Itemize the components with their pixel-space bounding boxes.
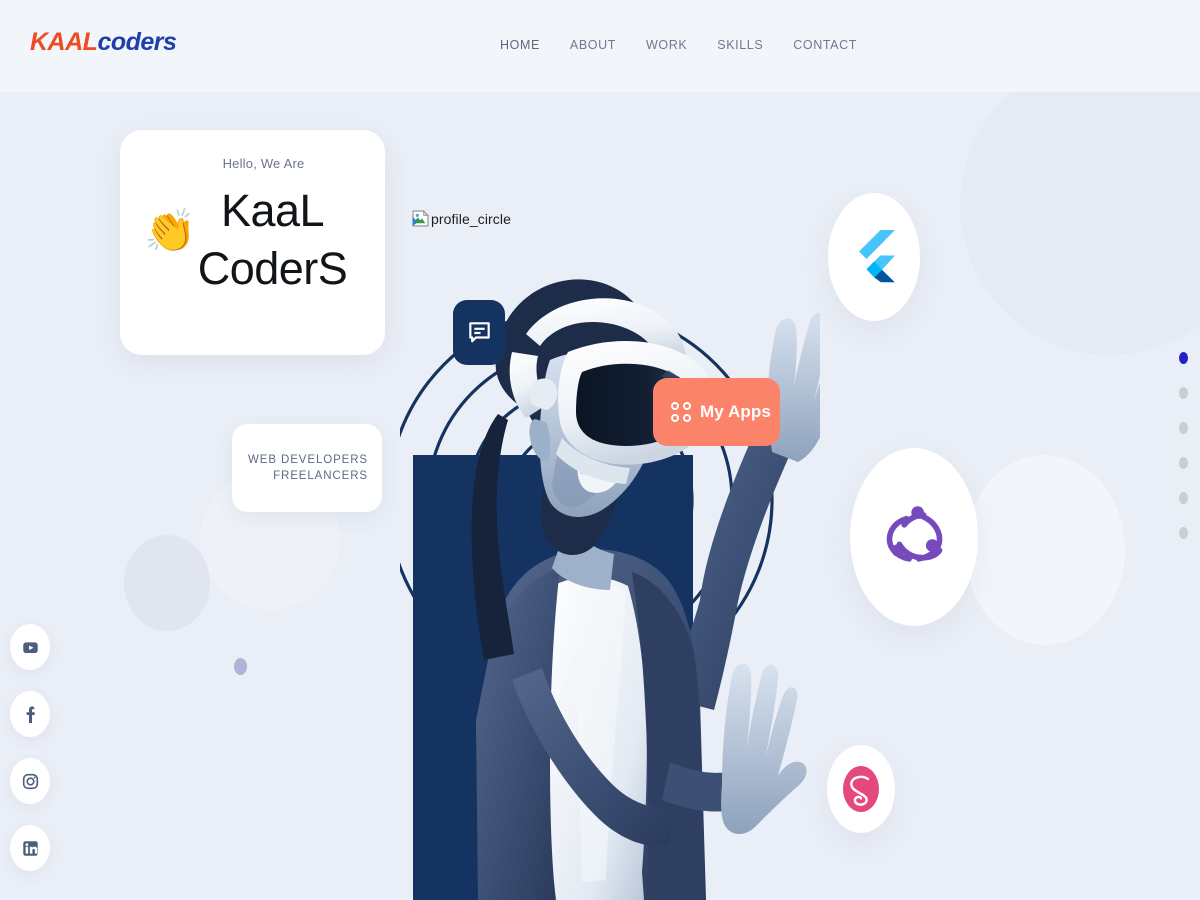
- hero-illustration: [400, 120, 820, 900]
- hero-title-line-1: KaaL: [220, 185, 325, 236]
- sass-icon: [843, 766, 879, 812]
- hero-title: KaaL CoderS: [120, 182, 385, 297]
- page-dot-1[interactable]: [1179, 352, 1188, 364]
- role-line-1: WEB DEVELOPERS: [248, 454, 368, 466]
- section-pagination-dots: [1179, 352, 1188, 539]
- decor-circle-left: [124, 535, 210, 631]
- hero-title-line-2: CoderS: [197, 242, 348, 294]
- site-logo[interactable]: KAALcoders: [30, 28, 177, 56]
- nav-item-skills[interactable]: SKILLS: [717, 38, 763, 52]
- linkedin-icon: [22, 840, 38, 856]
- decor-circle-top-right: [960, 55, 1200, 355]
- redux-icon: [886, 506, 943, 562]
- logo-text-secondary: coders: [97, 28, 177, 56]
- nav-item-home[interactable]: HOME: [500, 38, 540, 52]
- decor-circle-mid-right: [965, 455, 1125, 645]
- page-dot-6[interactable]: [1179, 527, 1188, 539]
- social-link-youtube[interactable]: [10, 624, 50, 670]
- main-navigation: HOME ABOUT WORK SKILLS CONTACT: [500, 38, 857, 52]
- broken-image-icon: [412, 210, 429, 227]
- grid-dots-icon: [671, 402, 691, 422]
- page-dot-3[interactable]: [1179, 422, 1188, 434]
- chat-bubble-chip[interactable]: [453, 300, 505, 365]
- decor-dot-purple: [234, 658, 247, 675]
- broken-image-placeholder: profile_circle: [412, 210, 511, 227]
- broken-image-alt-text: profile_circle: [431, 210, 511, 227]
- page-dot-2[interactable]: [1179, 387, 1188, 399]
- tech-bubble-flutter[interactable]: [828, 193, 920, 321]
- facebook-icon: [26, 705, 35, 723]
- hero-greeting: Hello, We Are: [222, 156, 305, 171]
- instagram-icon: [22, 773, 38, 789]
- social-link-facebook[interactable]: [10, 691, 50, 737]
- tech-bubble-redux[interactable]: [850, 448, 978, 626]
- my-apps-button[interactable]: My Apps: [653, 378, 780, 446]
- hero-role-card: WEB DEVELOPERS FREELANCERS: [232, 424, 382, 512]
- hero-intro-card: Hello, We Are 👏 KaaL CoderS: [120, 130, 385, 355]
- chat-bubble-icon: [468, 322, 490, 343]
- nav-item-contact[interactable]: CONTACT: [793, 38, 857, 52]
- nav-item-work[interactable]: WORK: [646, 38, 687, 52]
- page-dot-4[interactable]: [1179, 457, 1188, 469]
- site-header: KAALcoders HOME ABOUT WORK SKILLS CONTAC…: [0, 0, 1200, 92]
- nav-item-about[interactable]: ABOUT: [570, 38, 616, 52]
- logo-text-primary: KAAL: [30, 28, 98, 56]
- role-line-2: FREELANCERS: [273, 470, 368, 482]
- social-link-instagram[interactable]: [10, 758, 50, 804]
- page-dot-5[interactable]: [1179, 492, 1188, 504]
- my-apps-label: My Apps: [700, 402, 771, 421]
- youtube-icon: [22, 641, 38, 653]
- social-links-rail: [10, 624, 50, 871]
- tech-bubble-sass[interactable]: [827, 745, 895, 833]
- flutter-icon: [859, 230, 895, 283]
- social-link-linkedin[interactable]: [10, 825, 50, 871]
